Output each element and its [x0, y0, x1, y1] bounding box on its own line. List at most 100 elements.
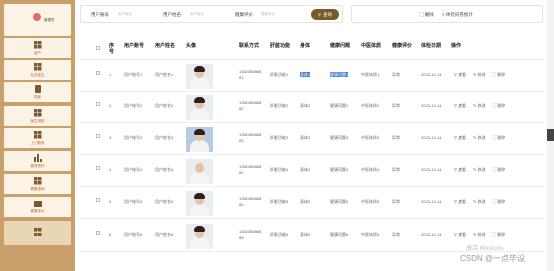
- col-header-name: 用户姓名: [155, 43, 176, 49]
- edit-button-label: 修改: [477, 167, 486, 172]
- edit-button[interactable]: ✎ 修改: [473, 232, 485, 238]
- col-header-liver: 肝脏功能: [270, 43, 291, 49]
- row-phone: 1382388888: [239, 69, 262, 74]
- eval-input[interactable]: 健康评价: [261, 12, 275, 20]
- name-input[interactable]: 用户姓名: [190, 12, 204, 20]
- search-button-label: 查询: [322, 11, 332, 17]
- row-date: 2023-12-14: [421, 199, 442, 204]
- row-body: 身体1: [300, 72, 311, 77]
- name-label: 用户姓名: [163, 12, 181, 17]
- delete-row-button[interactable]: ▢ 删除: [492, 232, 505, 238]
- sidebar-item-home-service[interactable]: 上门服务: [4, 128, 71, 148]
- eval-label: 健康评价: [235, 12, 253, 17]
- view-button[interactable]: ⚲ 查看: [454, 232, 466, 238]
- edit-button-label: 修改: [477, 199, 486, 204]
- row-phone-suffix: 84: [239, 170, 244, 175]
- account-input[interactable]: 用户账号: [118, 12, 132, 20]
- search-icon: ⚲: [454, 103, 457, 108]
- sidebar-item-checkup[interactable]: [4, 221, 71, 245]
- row-date: 2023-12-14: [421, 72, 442, 77]
- edit-button[interactable]: ✎ 修改: [473, 72, 485, 78]
- sidebar-item-consult[interactable]: 健康咨询: [4, 174, 71, 194]
- row-checkbox[interactable]: [96, 231, 100, 235]
- edit-button[interactable]: ✎ 修改: [473, 103, 485, 109]
- delete-row-button[interactable]: ▢ 删除: [492, 199, 505, 205]
- delete-row-button-label: 删除: [497, 135, 506, 140]
- view-button[interactable]: ⚲ 查看: [454, 199, 466, 205]
- delete-row-button-label: 删除: [497, 103, 506, 108]
- row-checkbox[interactable]: [96, 102, 100, 106]
- stats-button[interactable]: < 体检问卷统计: [442, 12, 473, 18]
- row-eval: 异常: [392, 103, 400, 108]
- row-checkbox[interactable]: [96, 134, 100, 138]
- view-button[interactable]: ⚲ 查看: [454, 135, 466, 141]
- trash-icon: ▢: [492, 72, 496, 77]
- col-header-no: 序号: [109, 43, 115, 55]
- row-eval: 异常: [392, 199, 400, 204]
- search-button[interactable]: ⚲ 查询: [311, 9, 339, 20]
- row-body: 身体2: [300, 103, 311, 108]
- row-checkbox[interactable]: [96, 198, 100, 202]
- row-liver: 肝脏功能3: [270, 135, 289, 140]
- col-header-body: 身体: [300, 43, 311, 49]
- avatar-image: [186, 224, 213, 249]
- edit-button[interactable]: ✎ 修改: [473, 167, 485, 173]
- windows-activation-watermark: 激活 Windows: [466, 246, 505, 252]
- avatar[interactable]: [32, 12, 42, 22]
- edit-button-label: 修改: [477, 232, 486, 237]
- delete-row-button-label: 删除: [497, 72, 506, 77]
- delete-row-button[interactable]: ▢ 删除: [492, 167, 505, 173]
- delete-row-button-label: 删除: [497, 199, 506, 204]
- edit-icon: ✎: [473, 135, 477, 140]
- row-eval: 异常: [392, 167, 400, 172]
- row-liver: 肝脏功能5: [270, 199, 289, 204]
- account-label: 用户账号: [91, 12, 109, 17]
- sidebar: 管理员 用户 社区医生 档案 医生排班 上门服务 服务预约 健康咨询 健康评价: [0, 0, 75, 271]
- row-phone: 1382388888: [239, 100, 262, 105]
- edit-button[interactable]: ✎ 修改: [473, 135, 485, 141]
- sidebar-item-label: 服务预约: [30, 163, 45, 168]
- view-button[interactable]: ⚲ 查看: [454, 167, 466, 173]
- edit-button[interactable]: ✎ 修改: [473, 199, 485, 205]
- trash-icon: ▢: [492, 135, 496, 140]
- sidebar-item-evaluation[interactable]: 健康评价: [4, 197, 71, 217]
- grid-icon: [33, 62, 42, 71]
- sidebar-item-appointments[interactable]: 服务预约: [4, 151, 71, 171]
- profile-name: 管理员: [44, 18, 55, 22]
- profile-card: 管理员: [4, 4, 71, 36]
- side-collapse-tab[interactable]: [547, 129, 554, 141]
- row-eval: 异常: [392, 232, 400, 237]
- delete-row-button[interactable]: ▢ 删除: [492, 72, 505, 78]
- trash-icon: ▢: [492, 232, 496, 237]
- view-button[interactable]: ⚲ 查看: [454, 72, 466, 78]
- grid-icon: [33, 40, 42, 49]
- grid-icon: [33, 130, 42, 139]
- row-no: 4: [109, 167, 112, 172]
- row-issue: 健康问题1: [330, 72, 349, 77]
- sidebar-item-doctors[interactable]: 社区医生: [4, 60, 71, 80]
- row-checkbox[interactable]: [96, 166, 100, 170]
- col-header-actions: 操作: [451, 43, 462, 49]
- row-name: 用户姓名2: [155, 103, 174, 108]
- delete-row-button[interactable]: ▢ 删除: [492, 135, 505, 141]
- document-icon: [34, 84, 41, 93]
- sidebar-item-label: 医生排班: [30, 118, 45, 123]
- row-date: 2023-12-14: [421, 232, 442, 237]
- row-checkbox[interactable]: [96, 71, 100, 75]
- sidebar-item-schedule[interactable]: 医生排班: [4, 106, 71, 126]
- select-all-checkbox[interactable]: [96, 46, 100, 50]
- divider: [80, 218, 545, 219]
- edit-icon: ✎: [473, 199, 477, 204]
- sidebar-item-users[interactable]: 用户: [4, 38, 71, 58]
- avatar-image: [186, 127, 213, 152]
- sidebar-item-label: 用户: [34, 50, 41, 55]
- delete-button[interactable]: ▢ 删除: [419, 12, 434, 18]
- sidebar-item-records[interactable]: 档案: [4, 82, 71, 102]
- row-account: 用户账号2: [124, 103, 143, 108]
- row-body: 身体4: [300, 167, 311, 172]
- edit-icon: ✎: [473, 232, 477, 237]
- search-icon: ⚲: [454, 199, 457, 204]
- row-tcm: 中医体质6: [361, 232, 380, 237]
- view-button[interactable]: ⚲ 查看: [454, 103, 466, 109]
- delete-row-button[interactable]: ▢ 删除: [492, 103, 505, 109]
